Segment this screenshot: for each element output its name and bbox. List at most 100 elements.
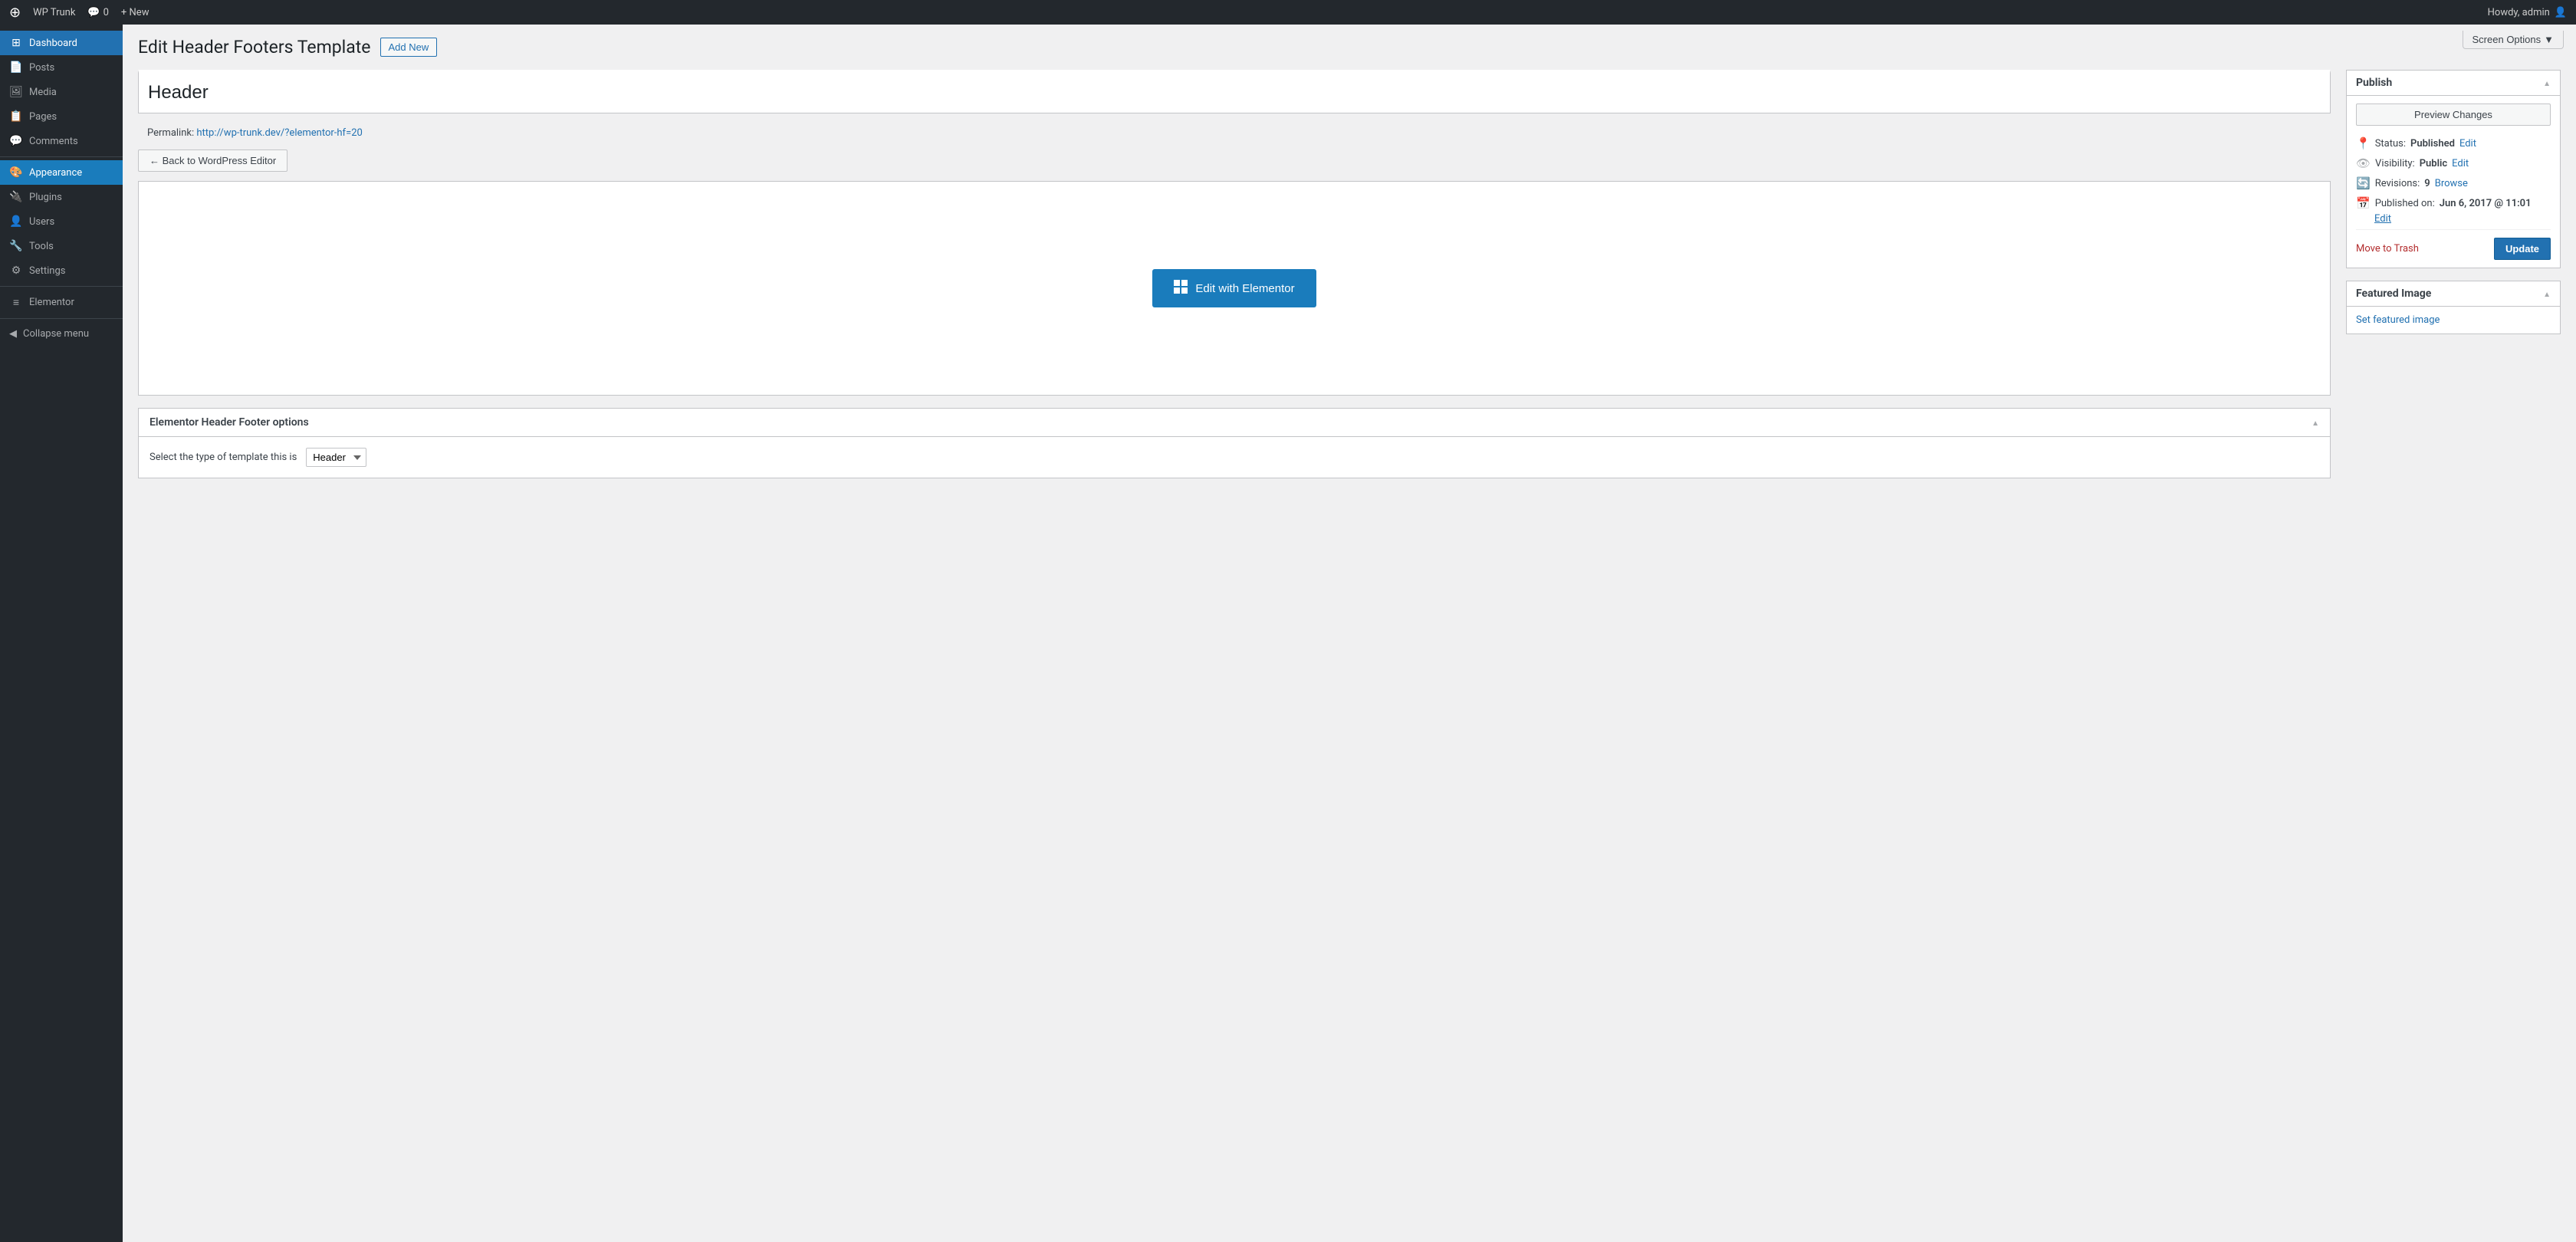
comments-link[interactable]: 💬 0 bbox=[87, 7, 109, 18]
template-type-label: Select the type of template this is bbox=[150, 452, 297, 463]
sidebar-item-label: Comments bbox=[29, 136, 78, 147]
featured-image-box: Featured Image Set featured image bbox=[2346, 281, 2561, 334]
featured-image-collapse-icon bbox=[2543, 288, 2551, 300]
edit-elementor-label: Edit with Elementor bbox=[1195, 282, 1294, 295]
update-button[interactable]: Update bbox=[2494, 238, 2551, 260]
main-column: Permalink: http://wp-trunk.dev/?elemento… bbox=[138, 70, 2331, 491]
comment-bubble-icon: 💬 bbox=[87, 7, 100, 18]
elementor-options-metabox-header[interactable]: Elementor Header Footer options bbox=[139, 409, 2330, 437]
published-on-label: Published on: bbox=[2375, 198, 2435, 209]
post-title-box bbox=[138, 70, 2331, 113]
template-type-row: Select the type of template this is Head… bbox=[150, 448, 2319, 467]
elementor-options-metabox: Elementor Header Footer options Select t… bbox=[138, 408, 2331, 478]
pages-icon: 📋 bbox=[9, 110, 23, 123]
visibility-edit-link[interactable]: Edit bbox=[2452, 158, 2469, 169]
appearance-icon: 🎨 bbox=[9, 166, 23, 179]
publish-box-header: Publish bbox=[2347, 71, 2560, 96]
howdy-label: Howdy, admin bbox=[2488, 7, 2550, 18]
sidebar-item-elementor[interactable]: ≡ Elementor bbox=[0, 290, 123, 315]
page-title: Edit Header Footers Template bbox=[138, 37, 371, 58]
sidebar-item-plugins[interactable]: 🔌 Plugins bbox=[0, 185, 123, 209]
published-on-edit-link[interactable]: Edit bbox=[2374, 213, 2391, 225]
sidebar-item-label: Elementor bbox=[29, 297, 74, 308]
sidebar-item-label: Appearance bbox=[29, 167, 82, 179]
publish-actions: Move to Trash Update bbox=[2356, 229, 2551, 260]
move-to-trash-link[interactable]: Move to Trash bbox=[2356, 243, 2419, 255]
wp-logo-icon[interactable]: ⊕ bbox=[9, 5, 21, 21]
sidebar-item-label: Posts bbox=[29, 62, 54, 74]
settings-icon: ⚙ bbox=[9, 264, 23, 277]
sidebar-item-label: Users bbox=[29, 216, 54, 228]
featured-image-title: Featured Image bbox=[2356, 288, 2431, 300]
collapse-icon: ◀ bbox=[9, 328, 17, 340]
publish-box: Publish Preview Changes 📍 Status: Publis… bbox=[2346, 70, 2561, 268]
sidebar-item-media[interactable]: 🖼 Media bbox=[0, 80, 123, 104]
sidebar-item-users[interactable]: 👤 Users bbox=[0, 209, 123, 234]
site-name[interactable]: WP Trunk bbox=[33, 7, 75, 18]
sidebar-item-label: Media bbox=[29, 87, 57, 98]
status-icon: 📍 bbox=[2356, 136, 2371, 150]
metabox-collapse-icon bbox=[2312, 416, 2319, 429]
sidebar-item-appearance[interactable]: 🎨 Appearance bbox=[0, 160, 123, 185]
sidebar-item-label: Tools bbox=[29, 241, 54, 252]
featured-image-box-body: Set featured image bbox=[2347, 307, 2560, 334]
back-to-wordpress-editor-button[interactable]: ← Back to WordPress Editor bbox=[138, 150, 288, 172]
publish-box-body: Preview Changes 📍 Status: Published Edit… bbox=[2347, 96, 2560, 268]
status-value: Published bbox=[2410, 138, 2455, 150]
sidebar-item-pages[interactable]: 📋 Pages bbox=[0, 104, 123, 129]
post-title-input[interactable] bbox=[148, 82, 2321, 104]
status-edit-link[interactable]: Edit bbox=[2459, 138, 2476, 150]
screen-options-label: Screen Options bbox=[2472, 34, 2542, 45]
published-on-value: Jun 6, 2017 @ 11:01 bbox=[2440, 198, 2532, 209]
sidebar: ⊞ Dashboard 📄 Posts 🖼 Media 📋 Pages 💬 Co… bbox=[0, 25, 123, 1242]
elementor-grid-icon bbox=[1174, 280, 1188, 297]
preview-changes-button[interactable]: Preview Changes bbox=[2356, 104, 2551, 126]
dashboard-icon: ⊞ bbox=[9, 37, 23, 49]
publish-box-collapse-icon bbox=[2543, 77, 2551, 89]
add-new-button[interactable]: Add New bbox=[380, 38, 438, 57]
admin-avatar[interactable]: 👤 bbox=[2555, 7, 2567, 18]
page-header: Edit Header Footers Template Add New bbox=[138, 37, 2561, 58]
sidebar-item-tools[interactable]: 🔧 Tools bbox=[0, 234, 123, 258]
permalink-link[interactable]: http://wp-trunk.dev/?elementor-hf=20 bbox=[196, 127, 362, 139]
sidebar-item-label: Dashboard bbox=[29, 38, 77, 49]
visibility-icon: 👁 bbox=[2356, 156, 2371, 170]
comments-icon: 💬 bbox=[9, 135, 23, 147]
side-column: Publish Preview Changes 📍 Status: Publis… bbox=[2346, 70, 2561, 347]
new-content-link[interactable]: + New bbox=[121, 7, 150, 18]
plugins-icon: 🔌 bbox=[9, 191, 23, 203]
content-wrap: Permalink: http://wp-trunk.dev/?elemento… bbox=[138, 70, 2561, 491]
revisions-row: 🔄 Revisions: 9 Browse bbox=[2356, 173, 2551, 193]
revisions-browse-link[interactable]: Browse bbox=[2435, 178, 2468, 189]
published-on-row: 📅 Published on: Jun 6, 2017 @ 11:01 bbox=[2356, 193, 2551, 213]
screen-options-button[interactable]: Screen Options ▼ bbox=[2463, 31, 2564, 49]
sidebar-item-label: Plugins bbox=[29, 192, 62, 203]
revisions-value: 9 bbox=[2424, 178, 2430, 189]
set-featured-image-link[interactable]: Set featured image bbox=[2356, 314, 2440, 326]
sidebar-item-label: Pages bbox=[29, 111, 57, 123]
calendar-icon: 📅 bbox=[2356, 196, 2371, 210]
sidebar-item-settings[interactable]: ⚙ Settings bbox=[0, 258, 123, 283]
main-content: Edit Header Footers Template Add New Per… bbox=[123, 25, 2576, 1242]
sidebar-item-posts[interactable]: 📄 Posts bbox=[0, 55, 123, 80]
sidebar-item-comments[interactable]: 💬 Comments bbox=[0, 129, 123, 153]
visibility-value: Public bbox=[2420, 158, 2447, 169]
editor-preview-area: Edit with Elementor bbox=[138, 181, 2331, 396]
visibility-label: Visibility: bbox=[2375, 158, 2415, 169]
screen-options-wrap: Screen Options ▼ bbox=[2450, 25, 2576, 55]
template-type-select[interactable]: Header Footer Custom bbox=[306, 448, 366, 467]
status-row: 📍 Status: Published Edit bbox=[2356, 133, 2551, 153]
elementor-options-title: Elementor Header Footer options bbox=[150, 416, 309, 429]
edit-with-elementor-button[interactable]: Edit with Elementor bbox=[1152, 269, 1316, 307]
permalink-row: Permalink: http://wp-trunk.dev/?elemento… bbox=[138, 123, 2331, 143]
users-icon: 👤 bbox=[9, 215, 23, 228]
collapse-menu-button[interactable]: ◀ Collapse menu bbox=[0, 322, 123, 346]
visibility-row: 👁 Visibility: Public Edit bbox=[2356, 153, 2551, 173]
elementor-icon: ≡ bbox=[9, 296, 23, 309]
elementor-options-metabox-body: Select the type of template this is Head… bbox=[139, 437, 2330, 478]
sidebar-item-label: Settings bbox=[29, 265, 65, 277]
publish-box-title: Publish bbox=[2356, 77, 2392, 89]
admin-bar: ⊕ WP Trunk 💬 0 + New Howdy, admin 👤 bbox=[0, 0, 2576, 25]
sidebar-item-dashboard[interactable]: ⊞ Dashboard bbox=[0, 31, 123, 55]
revisions-icon: 🔄 bbox=[2356, 176, 2371, 190]
